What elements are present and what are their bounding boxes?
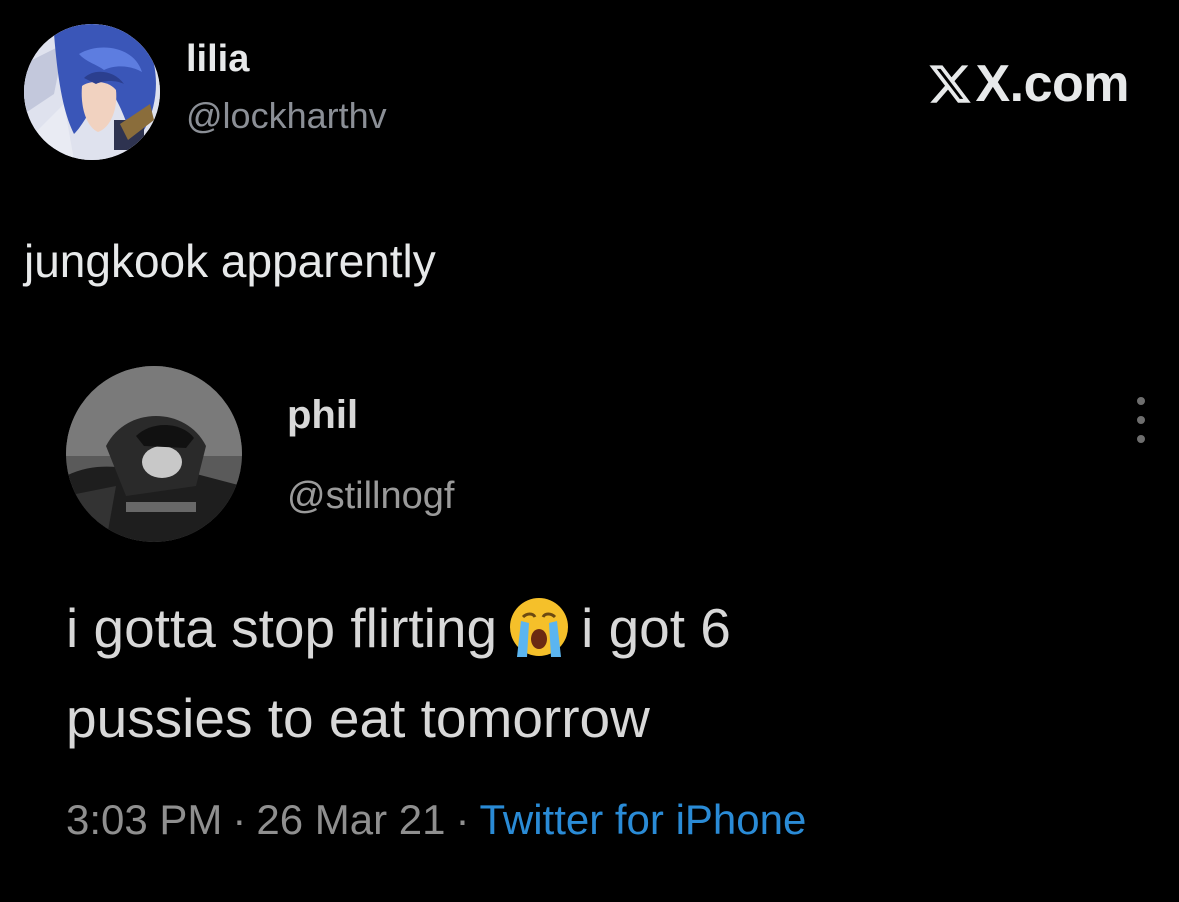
grayscale-photo-avatar-image — [66, 366, 242, 542]
quoted-tweet-text: i gotta stop flirting i got 6 pussies to… — [66, 583, 1126, 763]
brand-domain-text: X.com — [975, 55, 1129, 113]
anime-avatar-image — [24, 24, 160, 160]
quoted-author-avatar[interactable] — [66, 366, 242, 542]
quoted-tweet-line-2: pussies to eat tomorrow — [66, 687, 650, 749]
meta-separator: · — [232, 796, 247, 843]
more-vertical-icon[interactable] — [1134, 393, 1148, 447]
author-avatar[interactable] — [24, 24, 160, 160]
quoted-tweet-line-1: i gotta stop flirting i got 6 — [66, 583, 1126, 673]
author-name[interactable]: lilia — [186, 40, 249, 78]
x-brand-watermark: X.com — [927, 58, 1129, 110]
quoted-author-handle[interactable]: @stillnogf — [287, 477, 454, 515]
quoted-tweet-text-part-1: i gotta stop flirting — [66, 597, 498, 659]
quoted-tweet-date: 26 Mar 21 — [256, 796, 446, 843]
quoted-tweet-meta: 3:03 PM · 26 Mar 21 · Twitter for iPhone — [66, 796, 807, 843]
quoted-tweet-text-part-2: i got 6 — [581, 597, 731, 659]
quoted-author-name[interactable]: phil — [287, 395, 358, 435]
post-text: jungkook apparently — [24, 235, 436, 287]
loudly-crying-face-icon — [510, 598, 569, 657]
meta-separator: · — [455, 796, 470, 843]
author-handle[interactable]: @lockharthv — [186, 98, 387, 134]
quoted-tweet-time: 3:03 PM — [66, 796, 223, 843]
x-logo-icon — [929, 65, 972, 103]
quoted-tweet-source-link[interactable]: Twitter for iPhone — [480, 796, 807, 843]
